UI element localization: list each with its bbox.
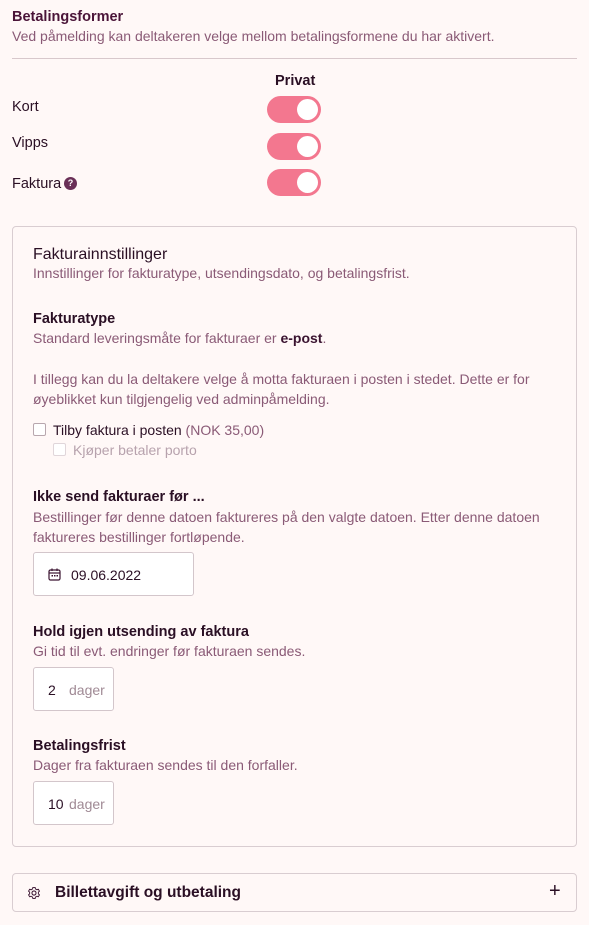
help-icon[interactable]: ? [64,177,77,190]
hold-title: Hold igjen utsending av faktura [33,624,249,640]
due-days-value: 10 [48,796,64,812]
column-header-private: Privat [275,73,316,89]
hold-days-input[interactable]: 2 dager [33,667,114,711]
invoice-toggle[interactable] [267,169,321,196]
due-days-input[interactable]: 10 dager [33,781,114,825]
desc-prefix: Standard leveringsmåte for fakturaer er [33,330,281,346]
date-value: 09.06.2022 [71,567,142,583]
divider [12,58,577,59]
hold-days-value: 2 [48,682,56,698]
invoice-type-title: Fakturatype [33,311,116,327]
expand-icon[interactable]: + [549,880,561,903]
vipps-toggle[interactable] [267,133,321,160]
method-label-invoice: Faktura [12,176,62,192]
due-desc: Dager fra fakturaen sendes til den forfa… [33,757,298,773]
offer-post-checkbox[interactable] [33,423,46,436]
ticket-fee-title: Billettavgift og utbetaling [55,884,241,901]
date-input[interactable]: 09.06.2022 [33,552,194,596]
offer-post-text: Tilby faktura i posten [53,422,182,438]
buyer-pays-checkbox[interactable] [53,443,66,456]
toggle-knob [297,136,318,157]
offer-post-label: Tilby faktura i posten (NOK 35,00) [53,422,264,438]
toggle-knob [297,172,318,193]
invoice-type-info-line1: I tillegg kan du la deltakere velge å mo… [33,371,530,387]
method-label-card: Kort [12,99,39,115]
invoice-settings-title: Fakturainnstillinger [33,246,168,263]
card-toggle[interactable] [267,96,321,123]
due-title: Betalingsfrist [33,738,126,754]
offer-post-price: (NOK 35,00) [185,422,265,438]
payment-methods-subtitle: Ved påmelding kan deltakeren velge mello… [12,28,495,44]
not-before-desc-line2: faktureres bestillinger fortløpende. [33,529,245,545]
toggle-knob [297,99,318,120]
ticket-fee-section[interactable]: Billettavgift og utbetaling + [12,873,577,912]
invoice-type-desc: Standard leveringsmåte for fakturaer er … [33,330,326,346]
desc-bold: e-post [280,330,323,346]
invoice-settings-subtitle: Innstillinger for fakturatype, utsending… [33,265,410,281]
not-before-desc-line1: Bestillinger før denne datoen faktureres… [33,509,540,525]
desc-suffix: . [322,330,327,346]
not-before-title: Ikke send fakturaer før ... [33,489,205,505]
buyer-pays-label: Kjøper betaler porto [73,442,197,458]
calendar-icon [48,568,61,581]
due-days-unit: dager [69,796,105,812]
invoice-type-info-line2: øyeblikket kun tilgjengelig ved adminpåm… [33,391,330,407]
payment-methods-title: Betalingsformer [12,9,124,25]
gear-icon [28,886,40,900]
hold-desc: Gi tid til evt. endringer før fakturaen … [33,643,306,659]
hold-days-unit: dager [69,682,105,698]
method-label-vipps: Vipps [12,135,49,151]
